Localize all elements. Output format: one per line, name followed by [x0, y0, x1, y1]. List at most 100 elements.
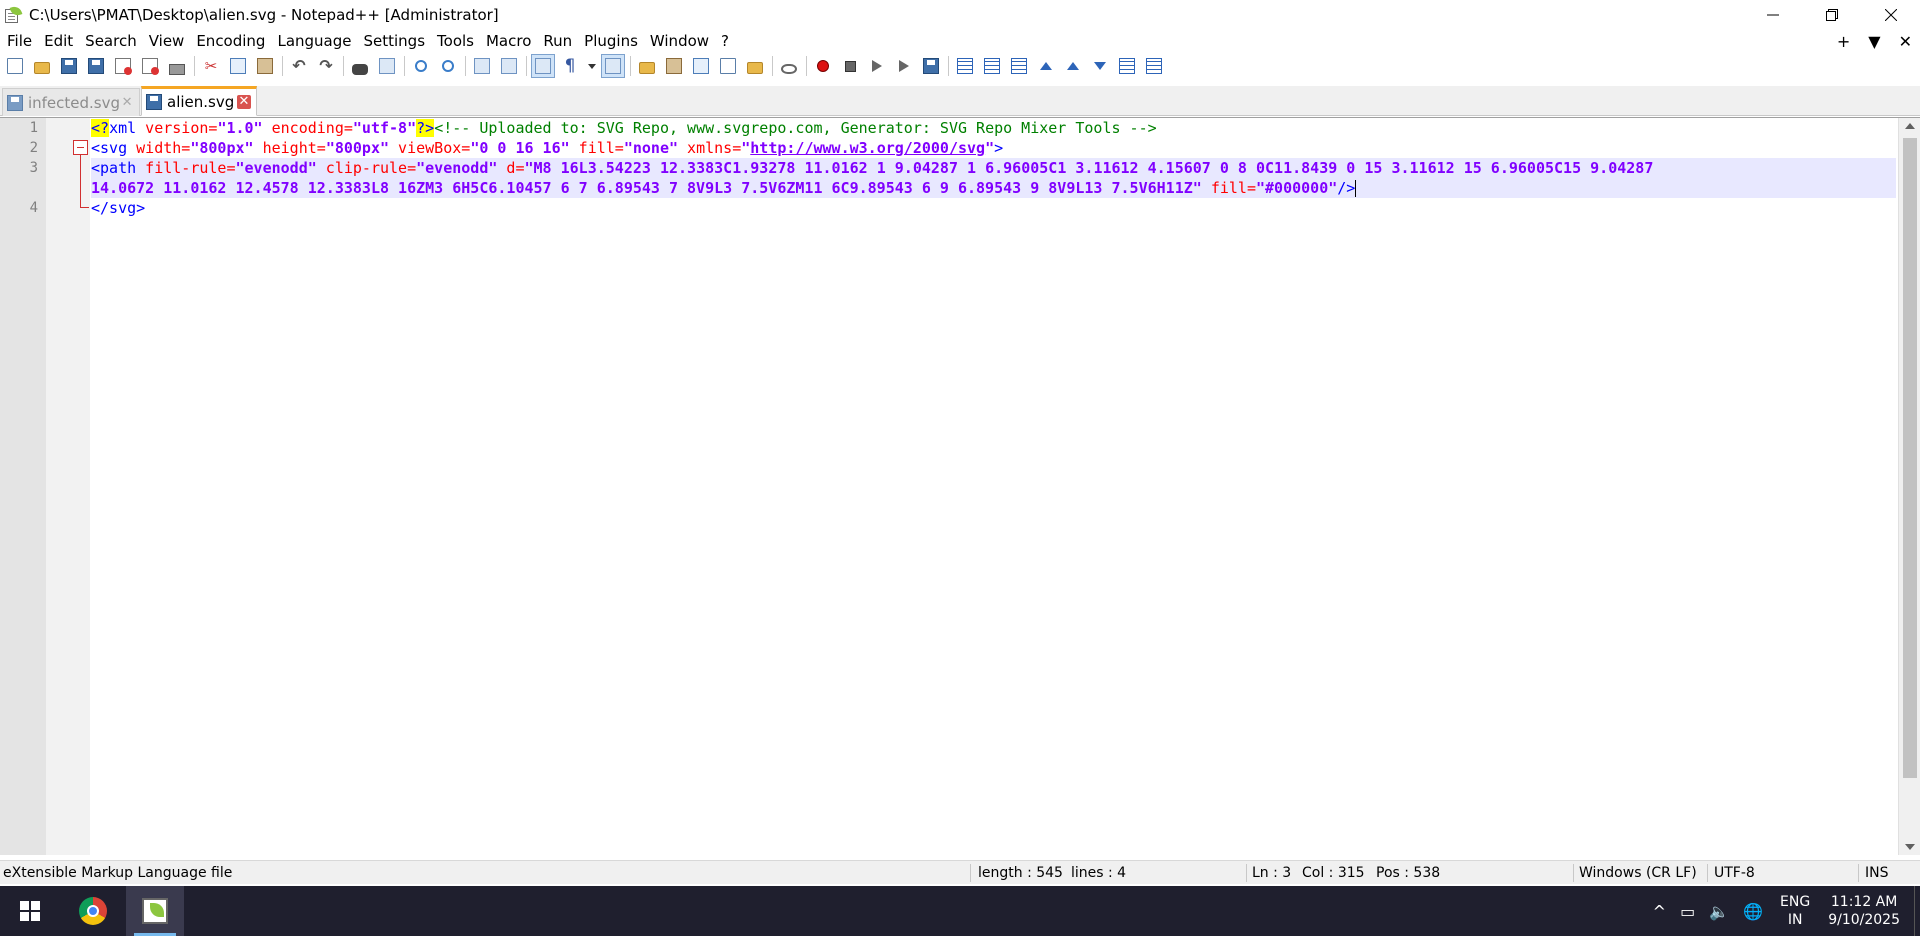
move-up-button[interactable] — [1062, 55, 1084, 77]
macro-save-button[interactable] — [920, 55, 942, 77]
menu-view[interactable]: View — [142, 30, 190, 52]
redo-button[interactable]: ↷ — [315, 55, 337, 77]
copy-button[interactable] — [227, 55, 249, 77]
open-file-button[interactable] — [31, 55, 53, 77]
new-file-button[interactable] — [4, 55, 26, 77]
menu-edit[interactable]: Edit — [37, 30, 78, 52]
folder-workspace-button[interactable] — [744, 55, 766, 77]
tab-infected-svg[interactable]: infected.svg ✕ — [2, 88, 140, 116]
undo-button[interactable]: ↶ — [288, 55, 310, 77]
taskbar-notepad-plus-plus[interactable] — [126, 886, 184, 936]
clock[interactable]: 11:12 AM 9/10/2025 — [1828, 893, 1900, 929]
battery-icon[interactable]: ▭ — [1680, 902, 1695, 921]
fold-collapse-icon[interactable] — [73, 140, 88, 155]
save-all-icon — [88, 58, 104, 74]
show-all-chars-button[interactable]: ¶ — [559, 55, 581, 77]
code-line-4: </svg> — [91, 198, 1896, 218]
macro-run-multiple-button[interactable] — [893, 55, 915, 77]
status-encoding[interactable]: UTF-8 — [1711, 861, 1755, 885]
sync-horizontal-button[interactable] — [498, 55, 520, 77]
document-list-button[interactable] — [690, 55, 712, 77]
word-wrap-button[interactable] — [531, 54, 555, 78]
scroll-down-icon[interactable] — [1905, 844, 1915, 850]
line-number: 4 — [29, 200, 38, 216]
attr: width= — [127, 139, 191, 157]
close-button[interactable] — [1861, 0, 1920, 30]
plugin-5-button[interactable] — [1116, 55, 1138, 77]
tab-label: alien.svg — [167, 93, 235, 111]
show-hidden-icons-chevron-icon[interactable]: ^ — [1653, 902, 1666, 921]
paste-button[interactable] — [254, 55, 276, 77]
menu-help[interactable]: ? — [714, 30, 734, 52]
menu-plugins[interactable]: Plugins — [577, 30, 643, 52]
menu-file[interactable]: File — [0, 30, 37, 52]
find-button[interactable] — [349, 55, 371, 77]
tab-list-down-icon[interactable]: ▼ — [1868, 32, 1880, 51]
sync-vertical-button[interactable] — [471, 55, 493, 77]
macro-play-button[interactable] — [866, 55, 888, 77]
status-insert-mode[interactable]: INS — [1862, 861, 1889, 885]
new-tab-plus-icon[interactable]: + — [1837, 32, 1850, 51]
print-button[interactable] — [166, 55, 188, 77]
tab-alien-svg[interactable]: alien.svg ✕ — [141, 86, 257, 116]
open-folder-icon — [34, 62, 50, 74]
saved-file-icon — [7, 94, 23, 111]
show-desktop-button[interactable] — [1914, 886, 1920, 936]
tab-close-icon[interactable]: ✕ — [237, 95, 251, 109]
plugin-1-button[interactable] — [954, 55, 976, 77]
plugin-6-button[interactable] — [1143, 55, 1165, 77]
namespace-url-link[interactable]: http://www.w3.org/2000/svg — [750, 139, 985, 157]
editor-area[interactable]: 1 2 3 4 <?xml version="1.0" encoding="ut… — [0, 117, 1920, 855]
status-eol[interactable]: Windows (CR LF) — [1576, 861, 1697, 885]
value: "utf-8" — [352, 119, 417, 137]
fast-forward-icon — [899, 60, 909, 72]
tab-close-icon[interactable]: ✕ — [120, 96, 134, 110]
document-map-button[interactable] — [663, 55, 685, 77]
save-all-button[interactable] — [85, 55, 107, 77]
notepad-plus-plus-icon[interactable] — [4, 4, 23, 24]
plugin-4-button[interactable] — [1035, 55, 1057, 77]
scroll-up-icon[interactable] — [1905, 123, 1915, 129]
close-doc-icon[interactable]: ✕ — [1899, 32, 1912, 51]
menu-search[interactable]: Search — [78, 30, 142, 52]
menu-language[interactable]: Language — [270, 30, 356, 52]
indent-guide-button[interactable] — [601, 54, 625, 78]
plugin-2-button[interactable] — [981, 55, 1003, 77]
close-file-button[interactable] — [112, 55, 134, 77]
move-down-button[interactable] — [1089, 55, 1111, 77]
input-language-indicator[interactable]: ENG IN — [1780, 893, 1810, 929]
start-button[interactable] — [0, 886, 60, 936]
function-list-button[interactable] — [717, 55, 739, 77]
menu-window[interactable]: Window — [643, 30, 714, 52]
close-all-button[interactable] — [139, 55, 161, 77]
save-button[interactable] — [58, 55, 80, 77]
zoom-in-button[interactable] — [410, 55, 432, 77]
macro-record-button[interactable] — [812, 55, 834, 77]
plugin-3-button[interactable] — [1008, 55, 1030, 77]
network-globe-icon[interactable]: 🌐 — [1743, 902, 1763, 921]
minimize-button[interactable] — [1743, 0, 1802, 30]
vertical-scrollbar[interactable] — [1898, 118, 1920, 855]
status-separator — [1858, 864, 1859, 882]
replace-button[interactable] — [376, 55, 398, 77]
system-tray: ^ ▭ 🔈 🌐 ENG IN 11:12 AM 9/10/2025 — [1646, 886, 1920, 936]
define-language-button[interactable] — [636, 55, 658, 77]
monitoring-button[interactable] — [778, 55, 800, 77]
cut-button[interactable]: ✂ — [200, 55, 222, 77]
menu-macro[interactable]: Macro — [479, 30, 536, 52]
menu-run[interactable]: Run — [536, 30, 577, 52]
zoom-out-button[interactable] — [437, 55, 459, 77]
restore-button[interactable] — [1802, 0, 1861, 30]
clock-time: 11:12 AM — [1830, 894, 1898, 910]
volume-icon[interactable]: 🔈 — [1709, 902, 1729, 921]
menu-settings[interactable]: Settings — [357, 30, 431, 52]
status-filetype: eXtensible Markup Language file — [3, 865, 233, 881]
scrollbar-thumb[interactable] — [1903, 138, 1917, 778]
taskbar-chrome[interactable] — [64, 886, 122, 936]
value: "1.0" — [217, 119, 263, 137]
menu-tools[interactable]: Tools — [430, 30, 479, 52]
macro-stop-button[interactable] — [839, 55, 861, 77]
menu-encoding[interactable]: Encoding — [189, 30, 270, 52]
show-symbol-dropdown[interactable] — [586, 55, 598, 77]
triangle-down-icon — [1094, 62, 1106, 70]
